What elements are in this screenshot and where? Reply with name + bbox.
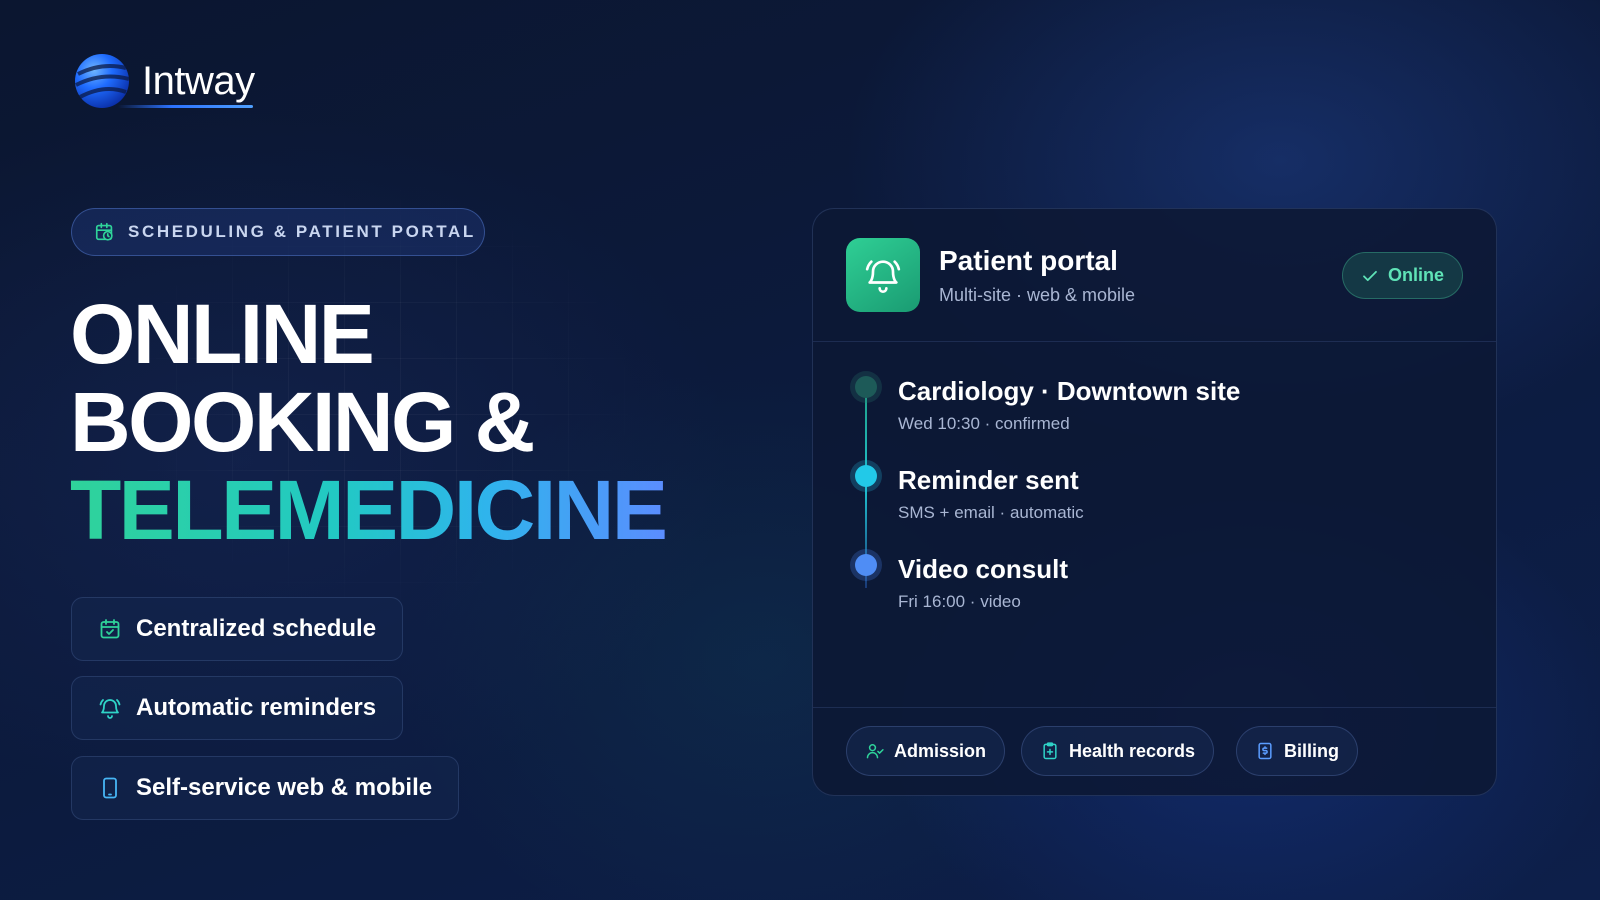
timeline-item-title[interactable]: Cardiology · Downtown site	[898, 376, 1240, 407]
status-badge: Online	[1341, 252, 1463, 299]
portal-subtitle: Multi-site · web & mobile	[939, 285, 1136, 305]
smartphone-icon	[103, 777, 117, 799]
billing-label: Billing	[1284, 740, 1339, 761]
timeline-item-title[interactable]: Video consult	[898, 554, 1068, 585]
clipboard-plus-icon	[1043, 742, 1057, 760]
calendar-check-icon	[100, 619, 120, 639]
headline-line-2: BOOKING &	[70, 375, 535, 469]
card-actions: Admission Health records Billing	[813, 707, 1496, 795]
admission-label: Admission	[894, 740, 987, 761]
timeline-item-title[interactable]: Reminder sent	[898, 465, 1079, 496]
check-icon	[1363, 270, 1377, 281]
health-records-button[interactable]: Health records	[1021, 726, 1215, 776]
section-badge-label: SCHEDULING & PATIENT PORTAL	[128, 222, 476, 241]
timeline-item-detail: Wed 10:30 · confirmed	[898, 414, 1070, 433]
feature-centralized-schedule: Centralized schedule	[71, 597, 404, 661]
section-badge: SCHEDULING & PATIENT PORTAL	[71, 208, 485, 256]
status-label: Online	[1387, 265, 1444, 285]
feature-label: Centralized schedule	[136, 615, 377, 642]
timeline-dot	[855, 376, 877, 398]
admission-button[interactable]: Admission	[846, 726, 1006, 776]
brand-name: Intway	[118, 59, 255, 108]
appointment-timeline: Cardiology · Downtown site Wed 10:30 · c…	[813, 342, 1496, 710]
portal-icon-tile	[846, 238, 920, 312]
timeline-item-detail: Fri 16:00 · video	[898, 592, 1021, 611]
feature-self-service: Self-service web & mobile	[71, 756, 460, 820]
feature-automatic-reminders: Automatic reminders	[71, 676, 404, 740]
portal-title: Patient portal	[939, 245, 1118, 276]
feature-label: Automatic reminders	[136, 694, 377, 721]
hero-headline: ONLINE BOOKING & TELEMEDICINE	[70, 287, 668, 557]
card-header: Patient portal Multi-site · web & mobile…	[813, 209, 1496, 342]
billing-button[interactable]: Billing	[1236, 726, 1358, 776]
bell-icon	[865, 260, 901, 293]
headline-line-1: ONLINE	[70, 287, 375, 381]
timeline-item-detail: SMS + email · automatic	[898, 503, 1084, 522]
brand-logo[interactable]: Intway	[72, 52, 255, 110]
invoice-dollar-icon	[1258, 742, 1272, 760]
patient-portal-card: Patient portal Multi-site · web & mobile…	[812, 208, 1497, 796]
timeline-dot	[855, 554, 877, 576]
user-check-icon	[866, 744, 884, 759]
globe-logo-icon	[75, 54, 130, 108]
feature-label: Self-service web & mobile	[136, 774, 433, 801]
health-records-label: Health records	[1069, 740, 1196, 761]
bell-icon	[99, 699, 121, 719]
headline-line-3: TELEMEDICINE	[70, 463, 668, 557]
timeline-dot	[855, 465, 877, 487]
calendar-clock-icon	[95, 222, 113, 241]
